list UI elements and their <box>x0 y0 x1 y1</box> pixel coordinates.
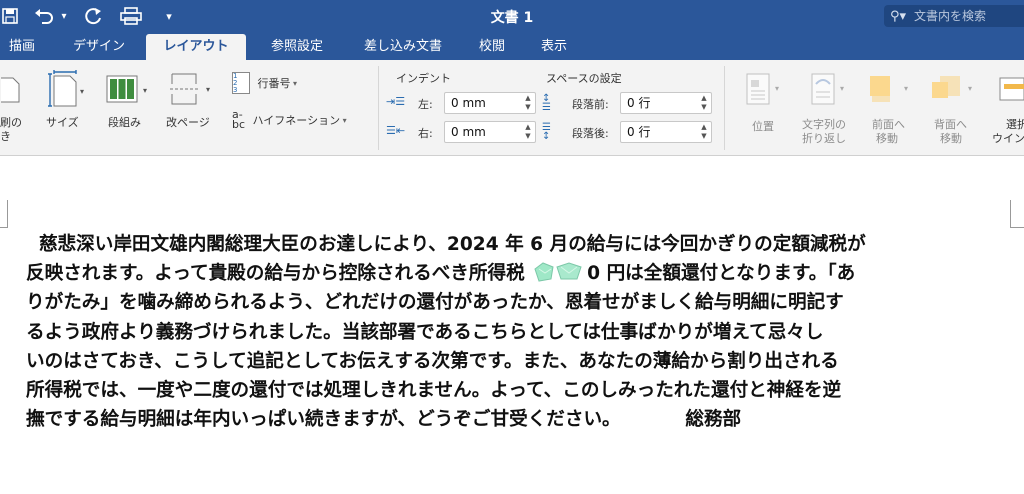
spacing-header: スペースの設定 <box>546 72 622 85</box>
space-after-field[interactable]: 0 行 ▲ ▼ <box>620 121 712 143</box>
svg-text:▾: ▾ <box>968 84 972 93</box>
space-before-value: 0 行 <box>627 96 651 110</box>
position-label: 位置 <box>752 120 774 133</box>
hyphenation-label: ハイフネーション <box>252 113 341 127</box>
document-line: 慈悲深い岸田文雄内閣総理大臣のお達しにより、2024 年 6 月の給与には今回か… <box>26 234 866 255</box>
breaks-button[interactable]: ▾ <box>166 72 216 109</box>
indent-left-value: 0 mm <box>451 96 486 110</box>
selection-pane-button[interactable] <box>996 74 1024 107</box>
title-bar: ▾ ▾ 文書 1 ⚲▾ <box>0 0 1024 34</box>
bring-forward-label-2: 移動 <box>876 132 898 145</box>
space-before-field[interactable]: 0 行 ▲ ▼ <box>620 92 712 114</box>
orientation-icon <box>1 77 20 103</box>
indent-right-field[interactable]: 0 mm ▲ ▼ <box>444 121 536 143</box>
space-before-stepper-icon[interactable]: ▲ ▼ <box>699 94 709 112</box>
svg-text:▾: ▾ <box>143 86 147 95</box>
document-line-text: 反映されます。よって貴殿の給与から控除されるべき所得税 <box>26 263 532 285</box>
position-icon: ▾ <box>746 73 779 105</box>
svg-text:▾: ▾ <box>904 84 908 93</box>
page-margin-corner-left <box>0 200 8 228</box>
page-size-icon: ▾ <box>48 70 84 107</box>
space-before-icon: ↕ ☰ <box>542 93 551 113</box>
document-line: りがたみ」を噛み締められるよう、どれだけの還付があったか、恩着せがましく給与明細… <box>26 292 844 314</box>
hyphenation-icon: a-bc <box>232 108 246 131</box>
indent-left-label: 左: <box>418 98 433 111</box>
document-line: いのはさておき、こうして追記としてお伝えする次第です。また、あなたの薄給から割り… <box>26 350 839 372</box>
document-body[interactable]: 慈悲深い岸田文雄内閣総理大臣のお達しにより、2024 年 6 月の給与には今回か… <box>26 230 1016 434</box>
search-box[interactable]: ⚲▾ <box>884 5 1024 27</box>
page-margin-corner-right <box>1010 200 1024 228</box>
line-numbers-dropdown-icon: ▾ <box>290 79 298 88</box>
svg-text:▾: ▾ <box>840 84 844 93</box>
indent-header: インデント <box>396 72 451 85</box>
line-numbers-icon: 123 <box>232 72 250 94</box>
selection-pane-icon <box>999 77 1024 101</box>
tab-layout[interactable]: レイアウト <box>146 34 246 60</box>
indent-right-icon: ☰⇤ <box>386 124 406 137</box>
line-numbers-label: 行番号 <box>257 76 291 90</box>
indent-right-stepper-icon[interactable]: ▲ ▼ <box>523 123 533 141</box>
search-icon[interactable]: ⚲▾ <box>890 9 914 24</box>
line-numbers-button[interactable]: 123 行番号 ▾ <box>232 72 312 94</box>
send-backward-icon: ▾ <box>932 76 972 98</box>
page-break-icon: ▾ <box>170 73 210 105</box>
document-line: るよう政府より義務づけられました。当該部署であるこちらとしては仕事ばかりが増えて… <box>26 321 824 343</box>
space-after-icon: ☰ ↕ <box>542 122 551 142</box>
document-line-text: 0 円は全額還付となります。「あ <box>587 263 856 285</box>
space-after-label: 段落後: <box>572 127 609 140</box>
bring-forward-button[interactable]: ▾ <box>864 72 916 109</box>
document-line: 所得税では、一度や二度の還付では処理しきれません。よって、このしみったれた還付と… <box>26 380 842 402</box>
bring-forward-icon: ▾ <box>870 76 908 102</box>
space-after-stepper-icon[interactable]: ▲ ▼ <box>699 123 709 141</box>
columns-label: 段組み <box>108 116 141 129</box>
columns-button[interactable]: ▾ <box>104 74 152 109</box>
document-line: 撫でする給与明細は年内いっぱい続きますが、どうぞご甘受ください。 総務部 <box>26 409 742 431</box>
indent-right-value: 0 mm <box>451 125 486 139</box>
orientation-button[interactable] <box>0 74 22 107</box>
search-input[interactable] <box>914 9 1014 23</box>
space-after-value: 0 行 <box>627 125 651 139</box>
svg-text:▾: ▾ <box>206 85 210 94</box>
indent-left-field[interactable]: 0 mm ▲ ▼ <box>444 92 536 114</box>
ribbon-tabs: 描画 デザイン レイアウト 参照設定 差し込み文書 校閲 表示 <box>0 34 1024 60</box>
svg-text:▾: ▾ <box>775 84 779 93</box>
send-backward-button[interactable]: ▾ <box>928 72 980 109</box>
position-button[interactable]: ▾ <box>740 72 786 109</box>
tab-mailings[interactable]: 差し込み文書 <box>350 34 456 60</box>
tab-view[interactable]: 表示 <box>532 34 576 60</box>
document-title: 文書 1 <box>490 10 534 26</box>
size-button[interactable]: ▾ <box>40 70 92 111</box>
hyphenation-dropdown-icon: ▾ <box>340 116 347 125</box>
document-line: 反映されます。よって貴殿の給与から控除されるべき所得税 0 円は全額還付となりま… <box>26 259 1016 288</box>
tab-references[interactable]: 参照設定 <box>256 34 338 60</box>
gem-icon <box>534 262 582 282</box>
ribbon-separator <box>378 66 379 150</box>
tab-review[interactable]: 校閲 <box>470 34 514 60</box>
wrap-text-label-2: 折り返し <box>802 132 846 145</box>
wrap-text-icon: ▾ <box>811 73 844 105</box>
wrap-text-button[interactable]: ▾ <box>800 72 852 109</box>
indent-left-stepper-icon[interactable]: ▲ ▼ <box>523 94 533 112</box>
indent-left-icon: ⇥☰ <box>386 95 406 108</box>
columns-icon: ▾ <box>106 75 147 103</box>
svg-text:▾: ▾ <box>80 87 84 96</box>
ribbon-layout: 刷の き ▾ サイズ ▾ 段組み ▾ 改ページ 123 行番号 ▾ a- bc … <box>0 60 1024 156</box>
size-label: サイズ <box>46 116 79 129</box>
tab-design[interactable]: デザイン <box>58 34 140 60</box>
tab-draw[interactable]: 描画 <box>0 34 44 60</box>
space-before-label: 段落前: <box>572 98 609 111</box>
ribbon-separator <box>724 66 725 150</box>
send-backward-label-2: 移動 <box>940 132 962 145</box>
breaks-label: 改ページ <box>166 116 210 129</box>
indent-right-label: 右: <box>418 127 433 140</box>
hyphenation-button[interactable]: a-bc ハイフネーション ▾ <box>232 108 372 131</box>
orientation-label-2: き <box>0 130 11 143</box>
selection-pane-label-2: ウイン <box>992 132 1024 145</box>
